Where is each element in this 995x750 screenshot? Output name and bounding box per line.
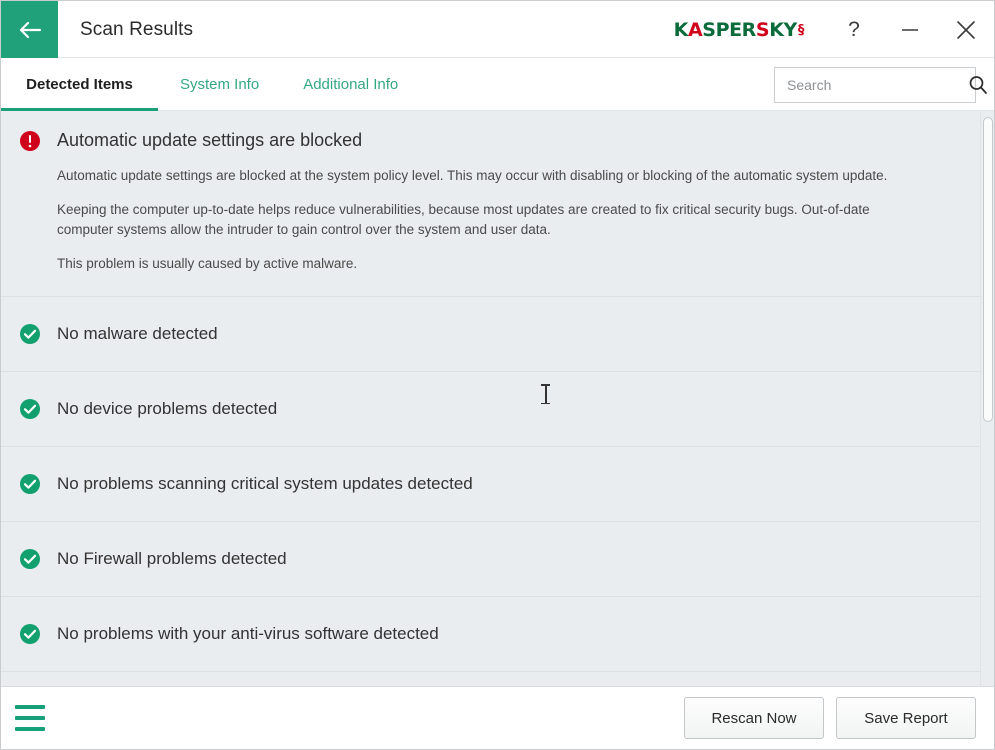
check-circle-icon (19, 548, 41, 570)
brand-s: S (755, 18, 770, 41)
scrollbar-thumb[interactable] (983, 117, 993, 422)
search-input[interactable] (787, 76, 968, 93)
result-details: Automatic update settings are blocked at… (1, 152, 980, 296)
results-scrollbar[interactable] (980, 111, 994, 686)
check-circle-icon (19, 623, 41, 645)
result-row-antivirus[interactable]: No problems with your anti-virus softwar… (1, 597, 980, 672)
footer-bar: Rescan Now Save Report (1, 686, 994, 749)
tab-additional-info[interactable]: Additional Info (281, 58, 420, 111)
tab-list: Detected Items System Info Additional In… (1, 58, 420, 111)
check-circle-icon (19, 473, 41, 495)
result-row-header[interactable]: Automatic update settings are blocked (1, 111, 980, 152)
close-button[interactable] (938, 1, 994, 58)
close-icon (956, 20, 976, 40)
scan-results-window: Scan Results KASPERSKY§ ? Detected Items… (0, 0, 995, 750)
result-row-no-malware[interactable]: No malware detected (1, 297, 980, 372)
minimize-button[interactable] (882, 1, 938, 58)
results-list: Automatic update settings are blocked Au… (1, 111, 980, 686)
result-title: No problems scanning critical system upd… (57, 474, 473, 493)
brand-ky: KY (769, 18, 797, 41)
search-icon[interactable] (968, 75, 988, 95)
result-paragraph-1: Automatic update settings are blocked at… (57, 168, 888, 183)
help-button[interactable]: ? (826, 1, 882, 58)
page-title: Scan Results (80, 18, 194, 40)
tab-bar: Detected Items System Info Additional In… (1, 58, 994, 111)
tab-detected-items[interactable]: Detected Items (1, 58, 158, 111)
results-content: Automatic update settings are blocked Au… (1, 111, 994, 686)
title-bar: Scan Results KASPERSKY§ ? (1, 1, 994, 58)
result-row-header[interactable]: No Firewall problems detected (1, 522, 980, 596)
back-button[interactable] (1, 1, 58, 58)
result-row-alert[interactable]: Automatic update settings are blocked Au… (1, 111, 980, 297)
result-title: Automatic update settings are blocked (57, 130, 363, 150)
result-row-header[interactable]: No problems scanning critical system upd… (1, 447, 980, 521)
hamburger-menu-icon[interactable] (15, 705, 45, 731)
minimize-icon (901, 24, 919, 36)
kaspersky-wordmark: KASPERSKY§ (673, 18, 805, 41)
brand-sper: SPER (702, 18, 756, 41)
result-title: No malware detected (57, 324, 218, 343)
result-paragraph-3: This problem is usually caused by active… (57, 256, 358, 271)
alert-icon (19, 130, 41, 152)
result-title: No device problems detected (57, 399, 278, 418)
search-container (774, 66, 987, 103)
result-title: No Firewall problems detected (57, 549, 287, 568)
window-controls: ? (826, 1, 994, 58)
search-box[interactable] (774, 66, 987, 103)
result-row-no-device-problems[interactable]: No device problems detected (1, 372, 980, 447)
brand-k: K (673, 18, 689, 41)
kaspersky-logo: KASPERSKY§ (674, 1, 826, 58)
rescan-now-button[interactable]: Rescan Now (684, 697, 824, 739)
check-circle-icon (19, 323, 41, 345)
brand-mark-icon: § (797, 22, 805, 38)
footer-actions: Rescan Now Save Report (684, 697, 976, 739)
result-row-header[interactable]: No device problems detected (1, 372, 980, 446)
result-row-critical-updates[interactable]: No problems scanning critical system upd… (1, 447, 980, 522)
result-row-header[interactable]: No problems with your anti-virus softwar… (1, 597, 980, 671)
check-circle-icon (19, 398, 41, 420)
result-row-firewall[interactable]: No Firewall problems detected (1, 522, 980, 597)
arrow-left-icon (18, 21, 42, 39)
tab-system-info[interactable]: System Info (158, 58, 281, 111)
result-title: No problems with your anti-virus softwar… (57, 624, 439, 643)
result-row-header[interactable]: No malware detected (1, 297, 980, 371)
save-report-button[interactable]: Save Report (836, 697, 976, 739)
brand-a: A (687, 18, 703, 41)
result-paragraph-2: Keeping the computer up-to-date helps re… (57, 202, 870, 237)
